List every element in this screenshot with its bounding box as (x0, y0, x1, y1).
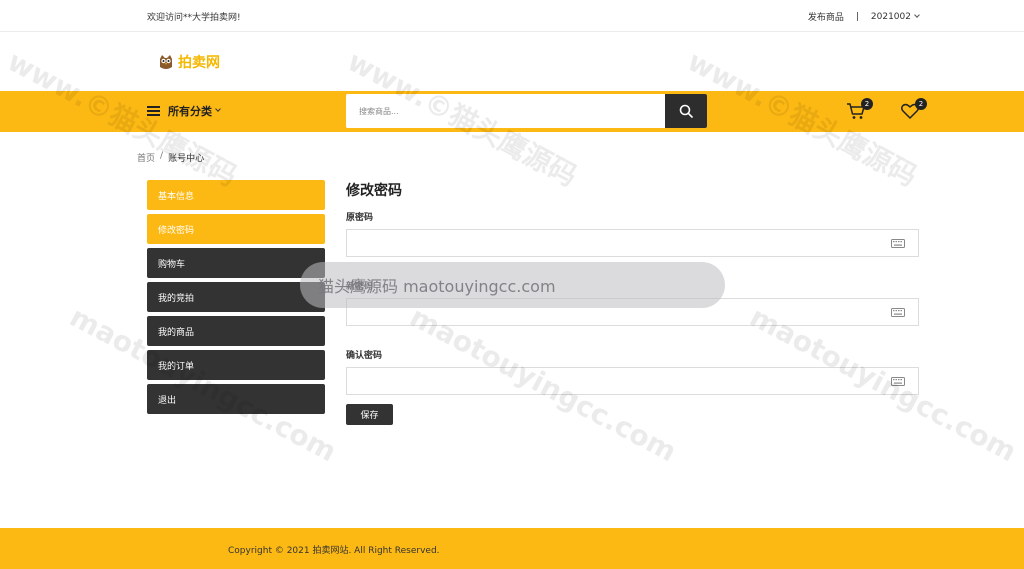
side-menu-basic-info[interactable]: 基本信息 (147, 180, 325, 210)
categories-label: 所有分类 (168, 105, 212, 118)
search-icon (679, 104, 693, 118)
menu-icon (147, 106, 160, 116)
site-logo[interactable]: 拍卖网 (157, 52, 220, 72)
side-menu-my-orders[interactable]: 我的订单 (147, 350, 325, 380)
breadcrumb-current: 账号中心 (168, 154, 205, 164)
change-password-form: 修改密码 原密码 新密码 确认密码 保存 (346, 180, 919, 425)
keyboard-icon[interactable] (891, 377, 905, 386)
side-menu-cart[interactable]: 购物车 (147, 248, 325, 278)
old-password-label: 原密码 (346, 213, 374, 223)
breadcrumb-separator: / (160, 151, 164, 161)
top-bar: 欢迎访问**大学拍卖网! 发布商品 | 2021002 (0, 0, 1024, 32)
wishlist-count-badge: 2 (915, 98, 927, 110)
side-menu-logout[interactable]: 退出 (147, 384, 325, 414)
wishlist-button[interactable]: 2 (900, 98, 927, 121)
search-button[interactable] (665, 94, 707, 128)
user-menu[interactable]: 2021002 (870, 11, 920, 22)
confirm-password-field (346, 367, 919, 395)
welcome-text: 欢迎访问**大学拍卖网! (147, 13, 241, 23)
copyright-text: Copyright © 2021 拍卖网站. All Right Reserve… (228, 546, 440, 556)
save-button[interactable]: 保存 (346, 404, 393, 425)
brand-name: 拍卖网 (178, 55, 220, 71)
cart-count-badge: 2 (861, 98, 873, 110)
old-password-input[interactable] (347, 230, 918, 256)
all-categories-button[interactable]: 所有分类 (147, 103, 221, 119)
new-password-label: 新密码 (346, 282, 374, 292)
chevron-down-icon (914, 11, 920, 18)
search-input[interactable] (346, 94, 665, 128)
breadcrumb-home[interactable]: 首页 (137, 151, 155, 164)
publish-link[interactable]: 发布商品 (808, 10, 844, 23)
side-menu-change-password[interactable]: 修改密码 (147, 214, 325, 244)
confirm-password-label: 确认密码 (346, 351, 383, 361)
keyboard-icon[interactable] (891, 308, 905, 317)
top-bar-right: 发布商品 | 2021002 (808, 10, 920, 23)
new-password-input[interactable] (347, 299, 918, 325)
main-navbar: 所有分类 2 2 (0, 91, 1024, 132)
account-side-menu: 基本信息 修改密码 购物车 我的竞拍 我的商品 我的订单 退出 (147, 180, 325, 418)
new-password-field (346, 298, 919, 326)
breadcrumb: 首页 / 账号中心 (137, 151, 204, 164)
old-password-field (346, 229, 919, 257)
search-bar (346, 94, 707, 128)
side-menu-my-bids[interactable]: 我的竞拍 (147, 282, 325, 312)
side-menu-my-products[interactable]: 我的商品 (147, 316, 325, 346)
user-id: 2021002 (870, 11, 911, 22)
keyboard-icon[interactable] (891, 239, 905, 248)
owl-logo-icon (160, 55, 172, 69)
top-separator: | (855, 11, 859, 22)
chevron-down-icon (215, 106, 221, 112)
cart-button[interactable]: 2 (846, 98, 873, 121)
footer: Copyright © 2021 拍卖网站. All Right Reserve… (0, 528, 1024, 569)
page-title: 修改密码 (346, 183, 402, 199)
confirm-password-input[interactable] (347, 368, 918, 394)
